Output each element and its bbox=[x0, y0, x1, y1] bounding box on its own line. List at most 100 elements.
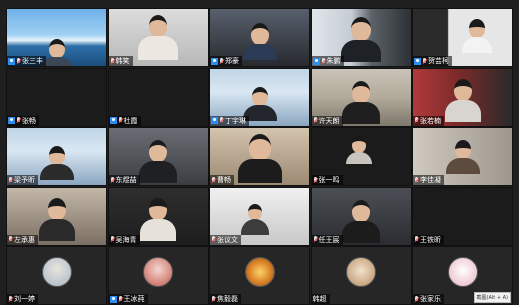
video-tile[interactable]: 刘一婷 bbox=[6, 246, 107, 305]
mic-muted-icon bbox=[110, 236, 115, 243]
nameplate: 韩超 bbox=[311, 294, 330, 304]
screenshot-tooltip: 截图(Alt + A) bbox=[473, 292, 511, 303]
nameplate: 梁予昕 bbox=[7, 175, 38, 185]
nameplate: 许天朗 bbox=[311, 115, 343, 126]
video-tile[interactable]: 曹畅 bbox=[209, 127, 310, 186]
mic-muted-icon bbox=[219, 57, 224, 65]
nameplate: 刘一婷 bbox=[7, 294, 38, 304]
mic-muted-icon bbox=[414, 117, 419, 124]
nameplate: 王铁昕 bbox=[413, 234, 444, 245]
video-tile[interactable]: 许天朗 bbox=[310, 67, 412, 127]
mic-muted-icon bbox=[211, 236, 216, 243]
video-tile[interactable]: 梁予昕 bbox=[6, 127, 107, 186]
participant-name: 东煜喆 bbox=[115, 176, 137, 184]
participant-video bbox=[342, 80, 380, 124]
user-icon bbox=[312, 57, 320, 65]
user-icon bbox=[8, 57, 15, 65]
participant-video bbox=[38, 197, 75, 241]
video-tile[interactable]: 王冰莼 bbox=[107, 246, 209, 305]
video-tile[interactable]: 张家乐 截图(Alt + A) bbox=[412, 246, 513, 305]
nameplate: 朱鹏 bbox=[311, 56, 344, 66]
video-tile[interactable]: 郑豪 bbox=[209, 8, 310, 67]
user-icon bbox=[211, 57, 218, 65]
avatar bbox=[41, 257, 72, 287]
participant-name: 张若楠 bbox=[420, 116, 441, 125]
avatar bbox=[346, 257, 376, 287]
participant-name: 杜霞 bbox=[123, 116, 138, 125]
mic-muted-icon bbox=[414, 236, 419, 243]
video-tile[interactable]: 张畅 bbox=[6, 67, 107, 127]
mic-muted-icon bbox=[110, 176, 115, 184]
participant-name: 张畅 bbox=[22, 116, 36, 125]
video-tile[interactable]: 贺芸柯 bbox=[412, 8, 513, 67]
video-tile[interactable]: 杜霞 bbox=[107, 67, 209, 127]
video-grid: 张三丰 韩笑 郑豪 朱鹏 贺芸柯 张畅 杜霞 丁宇琳 许天朗 张若楠 梁予昕 东… bbox=[6, 8, 513, 305]
nameplate: 任王宸 bbox=[311, 234, 343, 245]
nameplate: 张三丰 bbox=[7, 56, 46, 66]
mic-muted-icon bbox=[110, 57, 115, 65]
video-tile[interactable]: 张三丰 bbox=[6, 8, 107, 67]
participant-name: 吴海青 bbox=[115, 235, 137, 244]
video-tile[interactable]: 韩超 bbox=[310, 246, 412, 305]
nameplate: 张家乐 bbox=[413, 294, 444, 304]
nameplate: 杜霞 bbox=[108, 115, 141, 126]
video-tile[interactable]: 焦毅磊 bbox=[209, 246, 310, 305]
mic-muted-icon bbox=[118, 295, 123, 303]
participant-name: 梁予昕 bbox=[14, 176, 35, 184]
participant-name: 张一鸣 bbox=[318, 176, 340, 184]
user-icon bbox=[8, 117, 15, 124]
participant-video bbox=[342, 199, 380, 243]
mic-muted-icon bbox=[8, 176, 13, 184]
video-tile[interactable]: 左承惠 bbox=[6, 186, 107, 246]
user-icon bbox=[109, 117, 117, 124]
user-icon bbox=[211, 117, 218, 124]
mic-muted-icon bbox=[8, 236, 13, 243]
nameplate: 郑豪 bbox=[210, 56, 242, 66]
nameplate: 吴海青 bbox=[108, 234, 140, 245]
participant-name: 任王宸 bbox=[318, 235, 340, 244]
nameplate: 张畅 bbox=[7, 115, 39, 126]
video-tile[interactable]: 张一鸣 bbox=[310, 127, 412, 186]
participant-name: 丁宇琳 bbox=[225, 116, 246, 125]
video-tile[interactable]: 吴海青 bbox=[107, 186, 209, 246]
video-tile[interactable]: 朱鹏 bbox=[310, 8, 412, 67]
video-tile[interactable]: 任王宸 bbox=[310, 186, 412, 246]
participant-name: 韩笑 bbox=[115, 57, 130, 65]
video-tile[interactable]: 张议文 bbox=[209, 186, 310, 246]
participant-name: 刘一婷 bbox=[14, 295, 35, 303]
nameplate: 张议文 bbox=[210, 234, 241, 245]
avatar bbox=[143, 257, 173, 287]
video-tile[interactable]: 东煜喆 bbox=[107, 127, 209, 186]
video-tile[interactable]: 王铁昕 bbox=[412, 186, 513, 246]
participant-name: 王铁昕 bbox=[420, 235, 441, 244]
participant-video bbox=[240, 203, 269, 235]
avatar bbox=[244, 257, 275, 287]
nameplate: 丁宇琳 bbox=[210, 115, 249, 126]
user-icon bbox=[414, 57, 421, 65]
participant-name: 李佳凝 bbox=[420, 176, 441, 184]
participant-name: 张议文 bbox=[217, 235, 238, 244]
mic-muted-icon bbox=[211, 295, 216, 303]
nameplate: 左承惠 bbox=[7, 234, 38, 245]
participant-video bbox=[139, 140, 177, 183]
video-tile[interactable]: 韩笑 bbox=[107, 8, 209, 67]
mic-muted-icon bbox=[414, 176, 419, 184]
participant-video bbox=[445, 140, 480, 174]
mic-muted-icon bbox=[313, 176, 318, 184]
participant-video bbox=[138, 15, 178, 60]
user-icon bbox=[109, 295, 117, 303]
mic-muted-icon bbox=[118, 117, 123, 124]
mic-muted-icon bbox=[8, 295, 13, 303]
participant-name: 郑豪 bbox=[225, 57, 239, 65]
video-tile[interactable]: 丁宇琳 bbox=[209, 67, 310, 127]
participant-name: 曹畅 bbox=[217, 176, 231, 184]
nameplate: 韩笑 bbox=[108, 56, 133, 66]
video-tile[interactable]: 李佳凝 bbox=[412, 127, 513, 186]
participant-video bbox=[242, 23, 277, 60]
nameplate: 张一鸣 bbox=[311, 175, 343, 185]
mic-muted-icon bbox=[422, 57, 427, 65]
mic-muted-icon bbox=[16, 117, 21, 124]
video-tile[interactable]: 张若楠 bbox=[412, 67, 513, 127]
participant-video bbox=[39, 146, 74, 180]
nameplate: 贺芸柯 bbox=[413, 56, 452, 66]
